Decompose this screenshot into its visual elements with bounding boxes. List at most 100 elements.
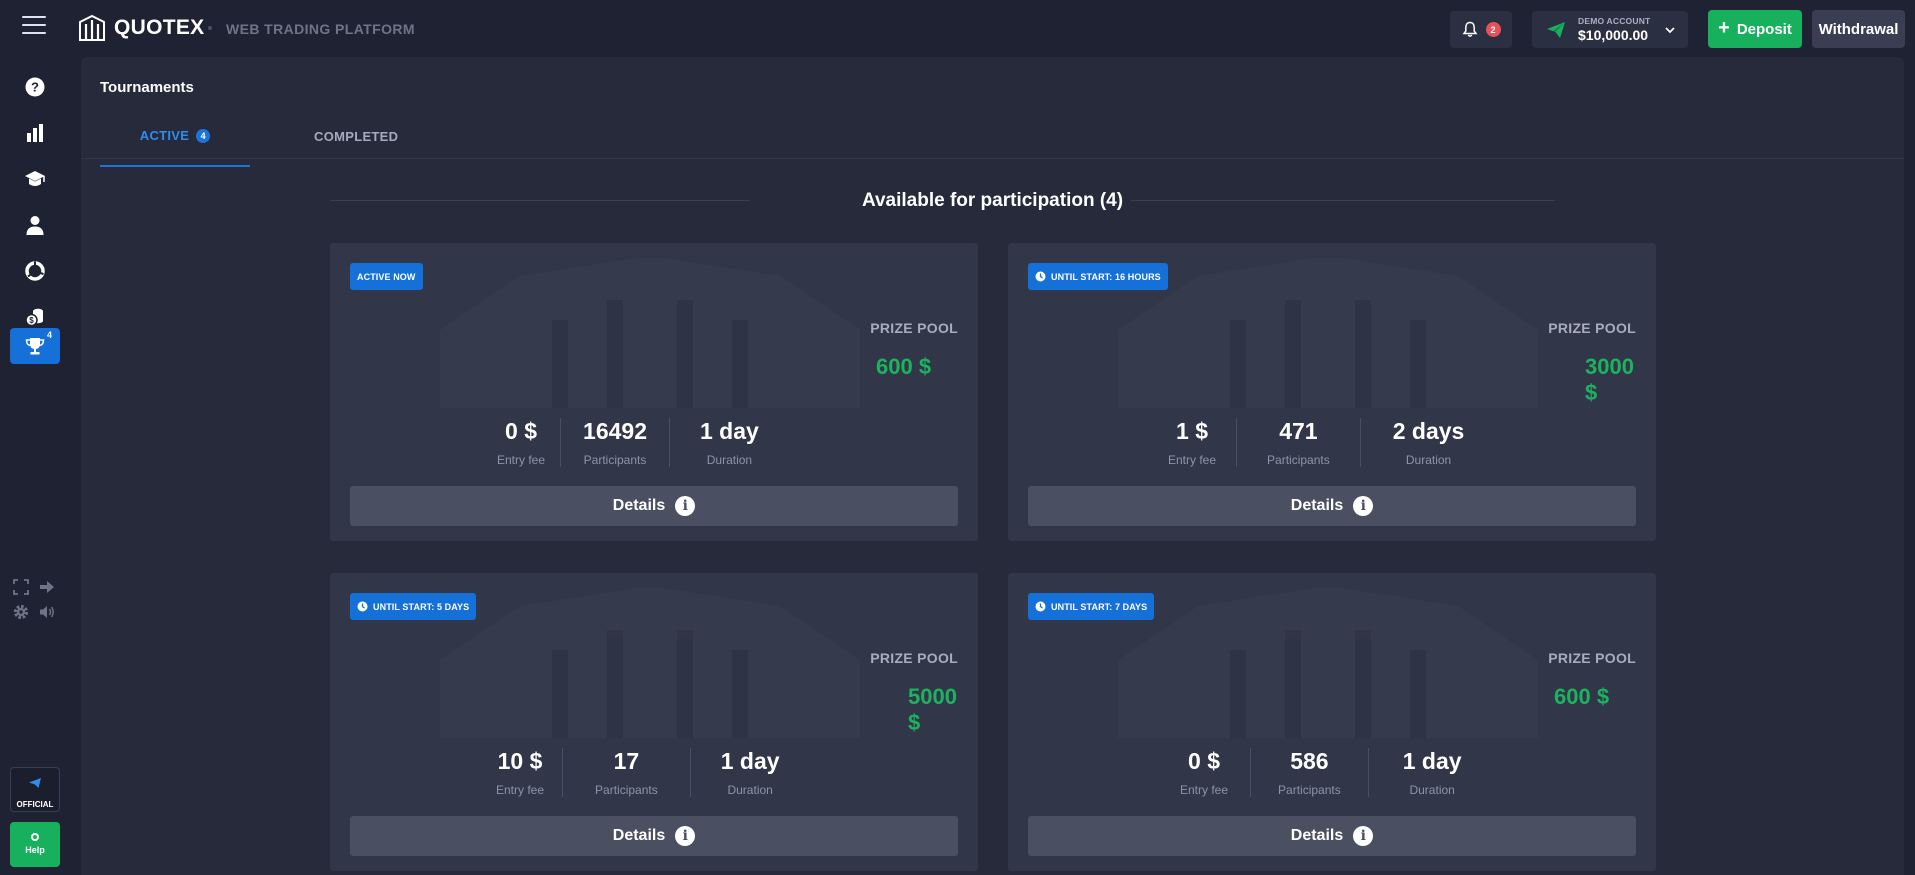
top-bar: QUOTEX WEB TRADING PLATFORM 2 DEMO ACCOU… [0,0,1915,57]
status-badge-label: ACTIVE NOW [357,271,416,282]
prize-pool-label: PRIZE POOL [870,650,958,666]
status-badge-label: UNTIL START: 5 DAYS [373,601,470,612]
settings-gear-icon[interactable] [12,603,30,621]
tabs-divider [81,158,1904,159]
participants-stat: 17 Participants [562,748,690,797]
sidebar-item-tournaments[interactable]: 4 [10,328,60,364]
participants-value: 586 [1290,748,1329,774]
help-button[interactable]: Help [10,822,60,867]
details-button[interactable]: Details i [1028,486,1636,526]
participants-stat: 586 Participants [1250,748,1368,797]
status-badge: UNTIL START: 5 DAYS [350,593,477,620]
duration-value: 1 day [720,748,780,774]
tournament-card: UNTIL START: 5 DAYS PRIZE POOL 5000 $ 10… [330,573,978,871]
clock-icon [1035,271,1046,282]
info-icon: i [1353,826,1374,846]
tournament-card: UNTIL START: 7 DAYS PRIZE POOL 600 $ 0 $… [1008,573,1656,871]
prize-pool-value: 5000 $ [908,684,957,735]
participants-stat: 471 Participants [1236,418,1360,467]
duration-value: 1 day [1402,748,1462,774]
participants-value: 17 [613,748,640,774]
building-watermark-icon [440,588,860,738]
tab-active-count-badge: 4 [196,129,211,143]
participants-label: Participants [1278,783,1341,797]
tournaments-count: 4 [46,330,52,340]
entry-fee-value: 10 $ [497,748,543,774]
quotex-logo-icon [79,14,105,41]
participants-stat: 16492 Participants [560,418,669,467]
clock-icon [1035,601,1046,612]
details-button[interactable]: Details i [350,816,958,856]
official-label: OFFICIAL [16,800,54,809]
sidebar: ? $ 4 OFFICIAL Help [0,57,69,875]
brand-name: QUOTEX [114,16,205,39]
prize-pool-label: PRIZE POOL [1548,320,1636,336]
bar-chart-icon [27,124,43,142]
graduation-cap-icon [25,171,45,186]
pie-chart-icon [25,261,45,281]
account-selector[interactable]: DEMO ACCOUNT $10,000.00 [1532,11,1688,48]
section-title: Available for participation (4) [861,190,1124,211]
notifications-button[interactable]: 2 [1450,11,1512,48]
duration-stat: 2 days Duration [1359,418,1497,467]
status-badge-label: UNTIL START: 16 HOURS [1051,271,1161,282]
logout-arrow-icon[interactable] [38,578,56,596]
status-badge: ACTIVE NOW [350,263,423,290]
deposit-button[interactable]: + Deposit [1708,10,1802,48]
duration-value: 1 day [700,418,759,444]
sound-icon[interactable] [38,603,56,621]
coins-icon: $ [25,308,43,327]
paper-plane-icon [1547,22,1565,38]
details-button[interactable]: Details i [350,486,958,526]
svg-text:$: $ [29,316,34,325]
details-button[interactable]: Details i [1028,816,1636,856]
bell-icon [1462,21,1477,37]
entry-fee-stat: 0 $ Entry fee [482,418,560,467]
status-badge: UNTIL START: 16 HOURS [1028,263,1168,290]
info-icon: i [1353,496,1374,516]
entry-fee-label: Entry fee [1168,453,1217,467]
sidebar-item-education[interactable] [10,161,60,197]
clock-icon [357,601,368,612]
info-icon: i [675,496,696,516]
trophy-icon [25,338,45,355]
tab-completed[interactable]: COMPLETED [314,129,398,144]
details-label: Details [1290,827,1344,844]
building-watermark-icon [440,258,860,408]
telegram-icon [29,778,41,788]
help-circle-icon: ? [25,77,45,97]
prize-pool-value: 600 $ [876,354,932,379]
duration-stat: 1 day Duration [689,748,810,797]
logo[interactable]: QUOTEX [78,14,204,42]
user-icon [26,216,44,235]
tab-active[interactable]: ACTIVE 4 [100,127,250,167]
participants-value: 471 [1279,418,1318,444]
menu-icon[interactable] [22,16,46,34]
entry-fee-label: Entry fee [496,783,545,797]
page-title: Tournaments [100,79,194,96]
tournament-stats: 0 $ Entry fee 586 Participants 1 day Dur… [1158,748,1496,797]
tournaments-panel: Tournaments ACTIVE 4 COMPLETED Available … [81,57,1904,875]
plus-icon: + [1718,17,1730,39]
withdrawal-button[interactable]: Withdrawal [1812,10,1905,48]
duration-value: 2 days [1392,418,1465,444]
status-badge: UNTIL START: 7 DAYS [1028,593,1155,620]
duration-stat: 1 day Duration [669,418,789,467]
help-dot-icon [31,833,39,841]
building-watermark-icon [1118,588,1538,738]
duration-label: Duration [1405,453,1452,467]
official-telegram-button[interactable]: OFFICIAL [10,767,60,812]
tournament-card: ACTIVE NOW PRIZE POOL 600 $ 0 $ Entry fe… [330,243,978,541]
tournament-stats: 10 $ Entry fee 17 Participants 1 day Dur… [478,748,810,797]
prize-pool-label: PRIZE POOL [870,320,958,336]
fullscreen-icon[interactable] [12,578,30,596]
sidebar-item-help[interactable]: ? [10,69,60,105]
sidebar-item-charts[interactable] [10,115,60,151]
sidebar-item-analytics[interactable] [10,253,60,289]
participants-label: Participants [1267,453,1330,467]
participants-label: Participants [595,783,658,797]
sidebar-item-profile[interactable] [10,207,60,243]
details-label: Details [612,497,666,514]
entry-fee-value: 0 $ [1188,748,1220,774]
platform-label: WEB TRADING PLATFORM [226,21,415,37]
